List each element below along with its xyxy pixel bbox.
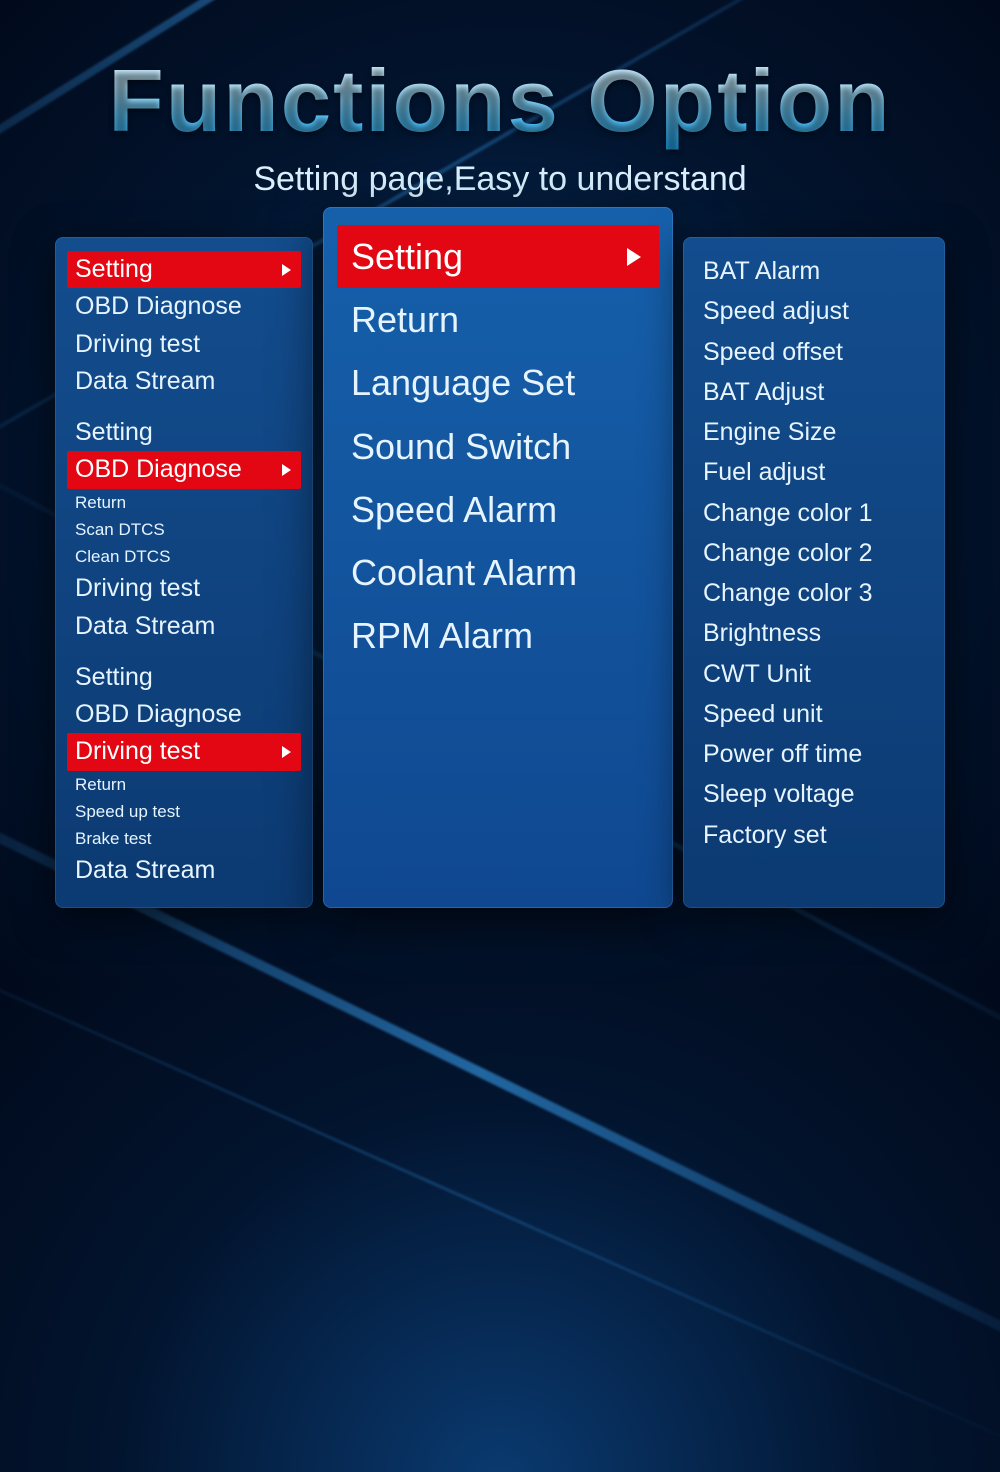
left-menu-item[interactable]: OBD Diagnose (67, 696, 301, 733)
left-menu-item[interactable]: Driving test (67, 733, 301, 770)
decoration-streak (0, 900, 1000, 1472)
right-menu-item[interactable]: CWT Unit (695, 654, 933, 694)
center-menu-item[interactable]: Speed Alarm (337, 478, 659, 541)
left-menu-item[interactable]: OBD Diagnose (67, 288, 301, 325)
left-menu-item[interactable]: Driving test (67, 570, 301, 607)
center-menu-item[interactable]: RPM Alarm (337, 604, 659, 667)
center-menu-item[interactable]: Coolant Alarm (337, 541, 659, 604)
left-menu-item[interactable]: Setting (67, 414, 301, 451)
right-menu-item[interactable]: BAT Adjust (695, 372, 933, 412)
left-menu-item[interactable]: OBD Diagnose (67, 451, 301, 488)
left-menu-item[interactable]: Data Stream (67, 363, 301, 400)
left-menu-item[interactable]: Data Stream (67, 608, 301, 645)
left-submenu-item[interactable]: Return (67, 489, 301, 516)
left-menu-item[interactable]: Data Stream (67, 852, 301, 889)
columns-container: SettingOBD DiagnoseDriving testData Stre… (0, 237, 1000, 908)
right-menu-item[interactable]: Sleep voltage (695, 774, 933, 814)
left-menu-panel: SettingOBD DiagnoseDriving testData Stre… (55, 237, 313, 908)
header: Functions Option Setting page,Easy to un… (0, 0, 1000, 199)
left-submenu-item[interactable]: Speed up test (67, 798, 301, 825)
center-menu-item[interactable]: Language Set (337, 351, 659, 414)
right-menu-item[interactable]: BAT Alarm (695, 251, 933, 291)
right-menu-item[interactable]: Speed unit (695, 694, 933, 734)
left-submenu-item[interactable]: Scan DTCS (67, 516, 301, 543)
left-submenu-item[interactable]: Clean DTCS (67, 543, 301, 570)
left-menu-item[interactable]: Driving test (67, 326, 301, 363)
page-subtitle: Setting page,Easy to understand (0, 160, 1000, 199)
left-submenu-item[interactable]: Brake test (67, 825, 301, 852)
center-menu-item[interactable]: Setting (337, 225, 659, 288)
center-menu-panel: SettingReturnLanguage SetSound SwitchSpe… (323, 207, 673, 908)
center-menu-item[interactable]: Return (337, 288, 659, 351)
right-menu-item[interactable]: Fuel adjust (695, 452, 933, 492)
left-menu-item[interactable]: Setting (67, 659, 301, 696)
center-menu-item[interactable]: Sound Switch (337, 415, 659, 478)
right-menu-item[interactable]: Change color 1 (695, 493, 933, 533)
left-submenu-item[interactable]: Return (67, 771, 301, 798)
right-menu-item[interactable]: Power off time (695, 734, 933, 774)
right-menu-item[interactable]: Brightness (695, 613, 933, 653)
right-menu-item[interactable]: Change color 3 (695, 573, 933, 613)
right-menu-panel: BAT AlarmSpeed adjustSpeed offsetBAT Adj… (683, 237, 945, 908)
page-title: Functions Option (0, 50, 1000, 152)
right-menu-item[interactable]: Speed adjust (695, 291, 933, 331)
right-menu-item[interactable]: Engine Size (695, 412, 933, 452)
right-menu-item[interactable]: Speed offset (695, 332, 933, 372)
left-menu-item[interactable]: Setting (67, 251, 301, 288)
right-menu-item[interactable]: Change color 2 (695, 533, 933, 573)
right-menu-item[interactable]: Factory set (695, 815, 933, 855)
